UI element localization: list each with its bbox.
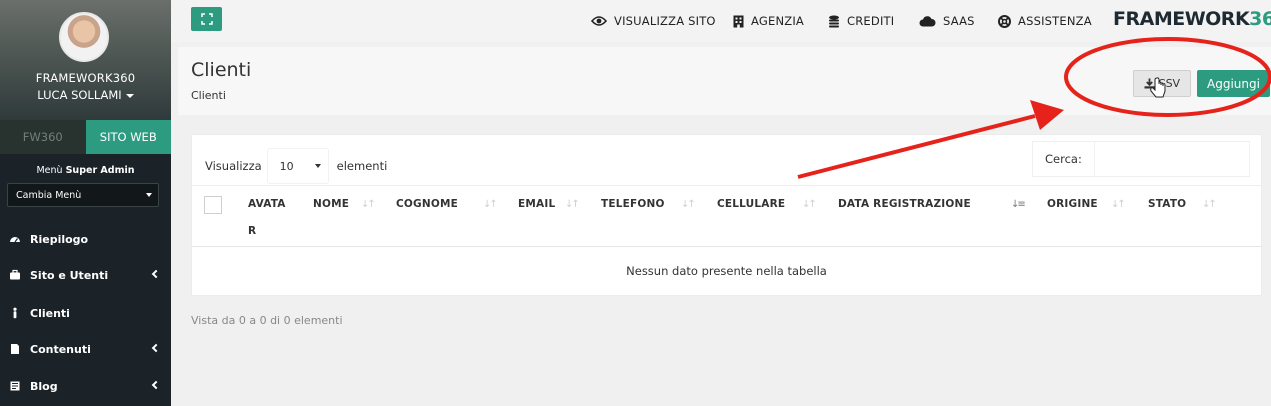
topbar: VISUALIZZA SITO AGENZIA CREDITI SAAS ASS… — [171, 0, 1271, 42]
menu-select[interactable]: Cambia Menù — [7, 183, 159, 207]
cloud-icon — [919, 15, 936, 27]
add-client-button[interactable]: Aggiungi — [1197, 70, 1270, 97]
column-header-label: AVATA — [248, 198, 286, 210]
nav-crediti[interactable]: CREDITI — [828, 0, 894, 42]
profile-org: FRAMEWORK360 — [35, 71, 136, 85]
nav-assistenza[interactable]: ASSISTENZA — [998, 0, 1092, 42]
search-input[interactable] — [1094, 141, 1250, 177]
sort-icon: ↓↑ — [483, 199, 498, 210]
sidebar-item-label: Riepilogo — [30, 232, 89, 246]
sort-icon: ↓↑ — [1111, 199, 1126, 210]
table-header: AVATA R NOME ↓↑ COGNOME ↓↑ EMAIL ↓↑ TELE… — [192, 185, 1261, 247]
sidebar-item-label: Sito e Utenti — [30, 268, 109, 282]
menu-select-value: Cambia Menù — [16, 189, 82, 201]
page-length-select[interactable]: 10 — [267, 149, 328, 183]
search-label: Cerca: — [1032, 141, 1095, 177]
download-icon — [1144, 78, 1155, 89]
sidebar-item-contenuti[interactable]: Contenuti — [0, 331, 171, 367]
sidebar-item-riepilogo[interactable]: Riepilogo — [0, 221, 171, 257]
sidebar-item-blog[interactable]: Blog — [0, 368, 171, 404]
length-suffix: elementi — [336, 159, 388, 173]
column-header-stato[interactable]: STATO — [1148, 198, 1186, 210]
nav-saas[interactable]: SAAS — [919, 0, 975, 42]
profile-user-name: LUCA SOLLAMI — [37, 88, 122, 102]
nav-label: VISUALIZZA SITO — [614, 14, 716, 28]
coins-icon — [828, 15, 840, 28]
menu-label: Menù Super Admin — [0, 165, 171, 176]
chevron-left-icon — [151, 269, 161, 279]
column-header-cognome[interactable]: COGNOME — [396, 198, 458, 210]
sort-icon: ↓↑ — [361, 199, 376, 210]
profile-user-menu[interactable]: LUCA SOLLAMI — [0, 88, 171, 102]
profile-panel: FRAMEWORK360 LUCA SOLLAMI — [0, 0, 171, 120]
lifebuoy-icon — [998, 14, 1011, 28]
dashboard-icon — [9, 233, 21, 245]
column-header-avatar[interactable]: AVATA R — [248, 191, 286, 245]
table-empty-row: Nessun dato presente nella tabella — [626, 264, 827, 278]
brand-logo[interactable]: FRAMEWORK360 — [1113, 8, 1271, 30]
site-switch: FW360 SITO WEB — [0, 120, 171, 154]
chevron-left-icon — [151, 380, 161, 390]
nav-label: CREDITI — [847, 14, 895, 28]
sidebar-item-sito-e-utenti[interactable]: Sito e Utenti — [0, 257, 171, 293]
nav-label: AGENZIA — [751, 14, 804, 28]
column-header-telefono[interactable]: TELEFONO — [601, 198, 665, 210]
briefcase-icon — [9, 269, 21, 281]
building-icon — [733, 15, 744, 28]
nav-visualizza-sito[interactable]: VISUALIZZA SITO — [591, 0, 716, 42]
brand-text: FRAMEWORK — [1113, 8, 1250, 30]
expand-icon — [200, 13, 213, 25]
column-header-data-registrazione[interactable]: DATA REGISTRAZIONE — [838, 198, 971, 210]
page-header: Clienti Clienti CSV Aggiungi — [178, 47, 1271, 115]
brand-number: 360 — [1249, 8, 1271, 30]
fullscreen-button[interactable] — [191, 7, 222, 31]
nav-label: SAAS — [943, 14, 975, 28]
clients-table-card: Visualizza 10 elementi Cerca: AVATA R NO… — [191, 134, 1262, 296]
nav-label: ASSISTENZA — [1018, 14, 1092, 28]
sort-icon: ↓↑ — [1202, 199, 1217, 210]
person-icon — [9, 307, 21, 319]
page-title: Clienti — [191, 59, 252, 81]
sidebar-item-label: Contenuti — [30, 342, 91, 356]
sidebar: FRAMEWORK360 LUCA SOLLAMI FW360 SITO WEB… — [0, 0, 171, 406]
menu-label-role: Super Admin — [65, 165, 135, 176]
table-length-control: Visualizza 10 elementi — [205, 149, 387, 183]
caret-down-icon — [146, 193, 152, 197]
select-all-checkbox[interactable] — [204, 196, 222, 214]
caret-down-icon — [125, 93, 134, 98]
eye-icon — [591, 15, 607, 27]
column-header-nome[interactable]: NOME — [313, 198, 349, 210]
page-length-value: 10 — [279, 159, 294, 173]
table-search: Cerca: — [1032, 141, 1250, 177]
file-icon — [9, 343, 21, 355]
nav-agenzia[interactable]: AGENZIA — [733, 0, 804, 42]
newspaper-icon — [9, 380, 21, 392]
main-content: Clienti Clienti CSV Aggiungi Visualizza … — [171, 42, 1271, 406]
sort-desc-icon: ↓≡ — [1011, 199, 1026, 210]
sidebar-item-label: Blog — [30, 379, 58, 393]
csv-export-label: CSV — [1157, 77, 1181, 90]
sort-icon: ↓↑ — [565, 199, 580, 210]
menu-label-prefix: Menù — [36, 165, 63, 176]
sort-icon: ↓↑ — [681, 199, 696, 210]
switch-tab-fw360[interactable]: FW360 — [0, 120, 86, 154]
table-info: Vista da 0 a 0 di 0 elementi — [191, 314, 343, 327]
breadcrumb[interactable]: Clienti — [191, 89, 226, 102]
column-header-cellulare[interactable]: CELLULARE — [717, 198, 785, 210]
length-prefix: Visualizza — [205, 159, 262, 173]
sort-icon: ↓↑ — [802, 199, 817, 210]
caret-down-icon — [314, 164, 321, 168]
switch-tab-sito-web[interactable]: SITO WEB — [85, 120, 171, 154]
column-header-email[interactable]: EMAIL — [518, 198, 555, 210]
sidebar-item-clienti[interactable]: Clienti — [0, 295, 171, 331]
avatar[interactable] — [59, 12, 109, 62]
column-header-origine[interactable]: ORIGINE — [1047, 198, 1098, 210]
chevron-left-icon — [151, 343, 161, 353]
csv-export-button[interactable]: CSV — [1133, 70, 1191, 97]
column-header-label-wrap: R — [248, 225, 257, 237]
sidebar-item-label: Clienti — [30, 306, 70, 320]
